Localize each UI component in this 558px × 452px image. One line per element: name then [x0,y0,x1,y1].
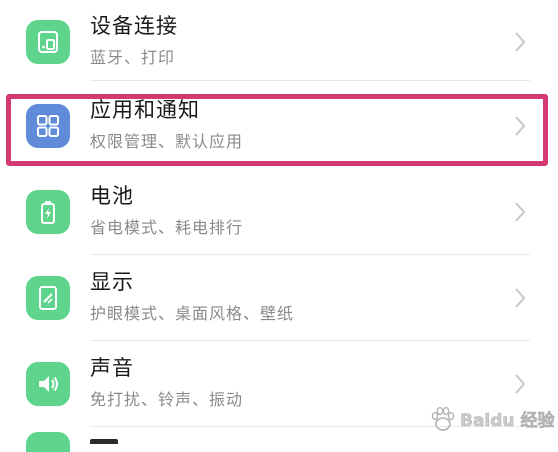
chevron-right-icon [515,288,526,308]
baidu-paw-icon [431,406,455,431]
item-title: 声音 [90,356,134,380]
next-item-title-fragment [90,430,150,444]
divider [90,254,530,255]
settings-item-device-connection[interactable]: 设备连接 蓝牙、打印 [0,0,558,86]
device-connection-icon [26,20,70,64]
settings-list: 设备连接 蓝牙、打印 应用和通知 权限管理、默认应用 电池 省电模式、耗电排行 … [0,0,558,452]
settings-item-apps-notifications[interactable]: 应用和通知 权限管理、默认应用 [0,84,558,170]
item-subtitle: 护眼模式、桌面风格、壁纸 [90,304,295,323]
item-subtitle: 免打扰、铃声、振动 [90,390,244,409]
settings-item-battery[interactable]: 电池 省电模式、耗电排行 [0,170,558,256]
item-subtitle: 省电模式、耗电排行 [90,218,244,237]
divider [90,80,530,81]
settings-item-display[interactable]: 显示 护眼模式、桌面风格、壁纸 [0,256,558,342]
chevron-right-icon [515,202,526,222]
divider [90,340,530,341]
watermark-text: Baidu 经验 [460,411,555,432]
chevron-right-icon [515,32,526,52]
item-title: 电池 [90,184,134,208]
item-subtitle: 权限管理、默认应用 [90,132,244,151]
display-icon [26,276,70,320]
baidu-jingyan-watermark: Baidu 经验 [424,402,555,436]
item-title: 应用和通知 [90,98,200,122]
item-title: 设备连接 [90,14,178,38]
battery-icon [26,190,70,234]
chevron-right-icon [515,116,526,136]
apps-grid-icon [26,104,70,148]
item-subtitle: 蓝牙、打印 [90,48,176,67]
sound-icon [26,362,70,406]
next-item-icon [26,432,70,452]
chevron-right-icon [515,374,526,394]
item-title: 显示 [90,270,134,294]
